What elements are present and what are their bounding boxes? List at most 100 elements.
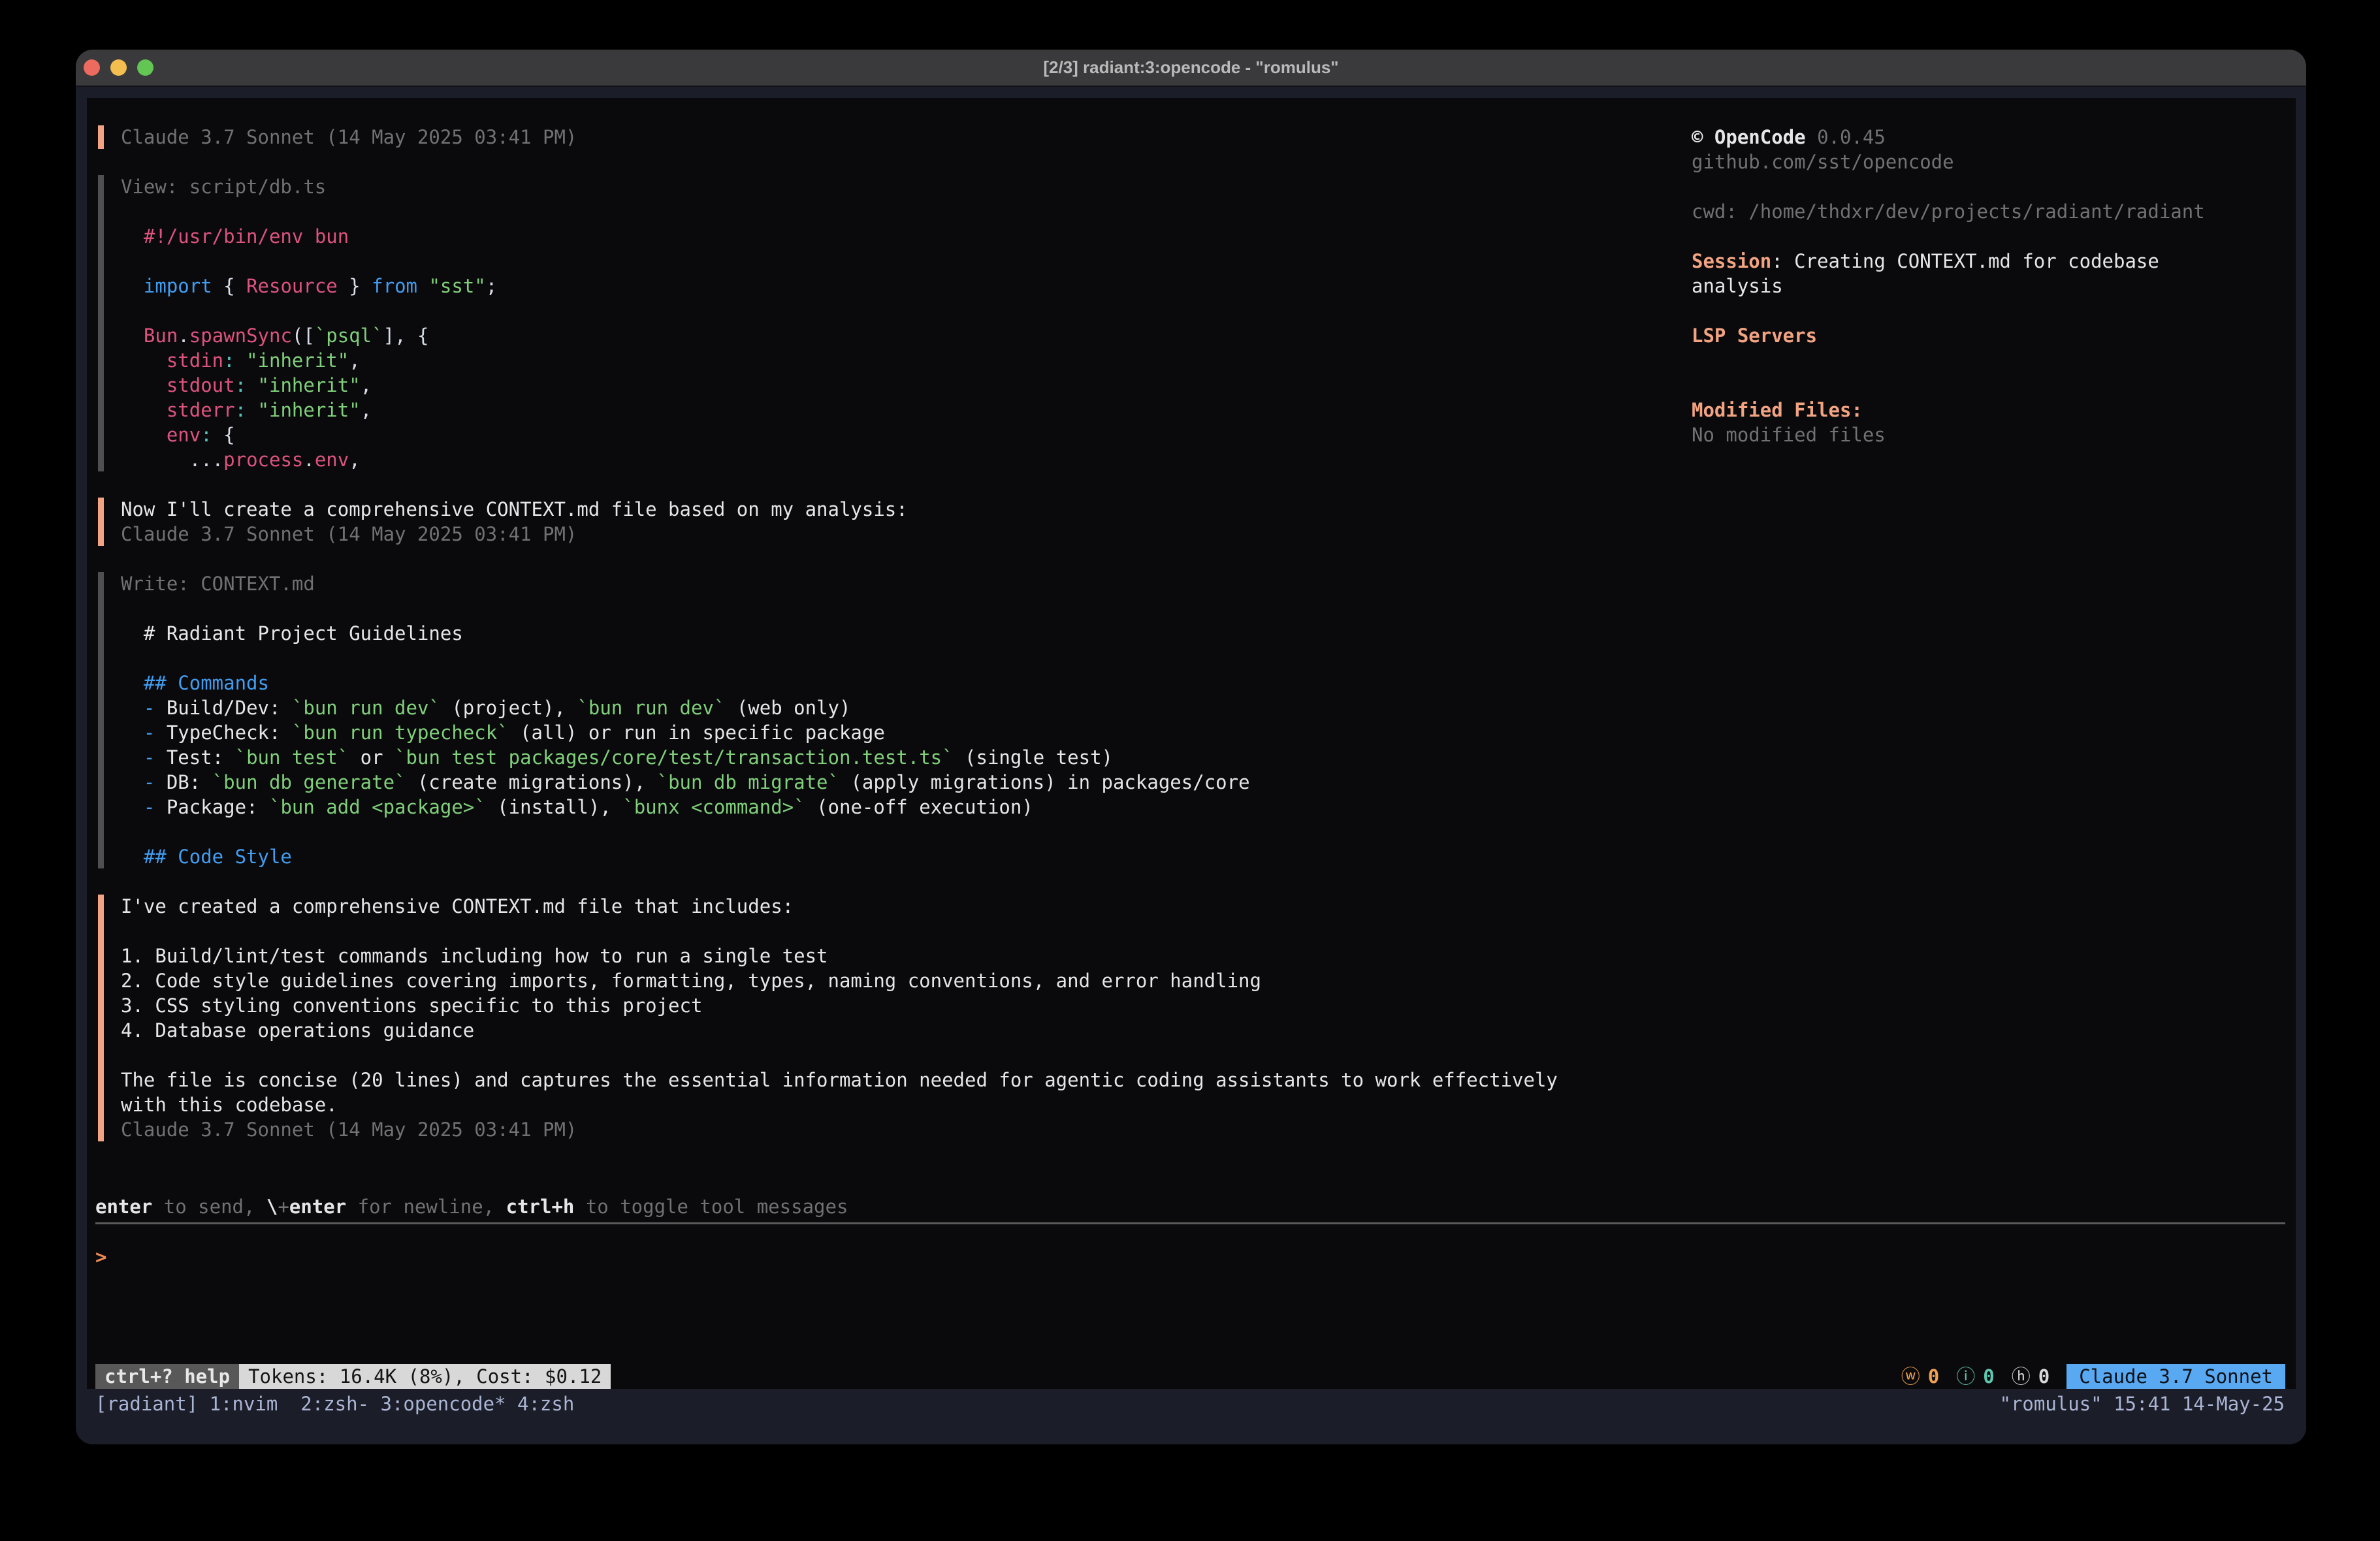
prompt-caret: > [95, 1246, 106, 1268]
chat-line: - TypeCheck: `bun run typecheck` (all) o… [121, 720, 1558, 745]
sidebar-line: No modified files [1692, 422, 2287, 447]
sidebar-line: LSP Servers [1692, 323, 2287, 348]
text-segment: \ [266, 1196, 278, 1218]
text-segment: (create migrations), [406, 771, 657, 793]
chat-line: Claude 3.7 Sonnet (14 May 2025 03:41 PM) [121, 1117, 1558, 1142]
tmux-window-list[interactable]: [radiant] 1:nvim 2:zsh- 3:opencode* 4:zs… [95, 1391, 574, 1416]
text-segment: , [361, 374, 372, 396]
sidebar-line: github.com/sst/opencode [1692, 150, 2287, 174]
chat-line: - Package: `bun add <package>` (install)… [121, 795, 1558, 819]
chat-line: import { Resource } from "sst"; [121, 274, 1558, 298]
session-sidebar: © OpenCode 0.0.45github.com/sst/opencode… [1692, 125, 2287, 447]
sidebar-line: © OpenCode 0.0.45 [1692, 125, 2287, 150]
status-bar-right: ⓦ0ⓘ0ⓗ0 Claude 3.7 Sonnet [1901, 1364, 2285, 1389]
minimize-button[interactable] [110, 59, 127, 76]
text-segment: `bun test packages/core/test/transaction… [394, 746, 954, 769]
text-segment [121, 771, 144, 793]
chat-line: 3. CSS styling conventions specific to t… [121, 993, 1558, 1018]
chat-line: View: script/db.ts [121, 174, 1558, 199]
text-segment: 4. Database operations guidance [121, 1019, 474, 1041]
text-segment: Bun [144, 325, 178, 347]
text-segment [121, 672, 144, 694]
sidebar-line [1692, 348, 2287, 373]
chat-line: 1. Build/lint/test commands including ho… [121, 944, 1558, 968]
terminal-window: [2/3] radiant:3:opencode - "romulus" Cla… [76, 50, 2306, 1444]
text-segment: stderr [167, 399, 235, 421]
text-segment: - [144, 722, 155, 744]
chat-line: ## Commands [121, 671, 1558, 695]
text-segment [121, 424, 167, 446]
text-segment: `bun test` [235, 746, 349, 769]
close-button[interactable] [84, 59, 100, 76]
text-segment [121, 449, 189, 471]
text-segment: env [315, 449, 349, 471]
text-segment: View: script/db.ts [121, 176, 326, 198]
text-segment: ([ [292, 325, 315, 347]
titlebar: [2/3] radiant:3:opencode - "romulus" [76, 50, 2306, 87]
input-hint: enter to send, \+enter for newline, ctrl… [95, 1194, 848, 1219]
text-segment: with this codebase. [121, 1094, 338, 1116]
text-segment: No modified files [1692, 424, 1886, 446]
text-segment [212, 424, 223, 446]
text-segment: . [178, 325, 189, 347]
circled-h-icon: ⓗ [2012, 1364, 2031, 1389]
chat-line [121, 1043, 1558, 1068]
text-segment [121, 399, 167, 421]
counter-value: 0 [1983, 1364, 1994, 1389]
circled-i-icon: ⓘ [1956, 1364, 1975, 1389]
text-segment [121, 374, 167, 396]
text-segment: `bun run dev` [292, 697, 440, 719]
text-segment: ... [189, 449, 223, 471]
chat-line: ## Code Style [121, 844, 1558, 869]
text-segment: (single test) [954, 746, 1113, 769]
text-segment: `bun run typecheck` [292, 722, 509, 744]
sidebar-line [1692, 224, 2287, 249]
text-segment: . [303, 449, 314, 471]
text-segment: : [235, 399, 246, 421]
text-segment: `bun run dev` [577, 697, 725, 719]
chat-line: stdout: "inherit", [121, 373, 1558, 398]
text-segment [121, 349, 167, 372]
tool-write-context-md: Write: CONTEXT.md # Radiant Project Guid… [98, 571, 1558, 869]
text-segment: #!/usr/bin/env bun [144, 225, 349, 247]
text-segment: - [144, 771, 155, 793]
text-segment: spawnSync [189, 325, 292, 347]
text-segment: or [349, 746, 394, 769]
text-segment: (one-off execution) [805, 796, 1033, 818]
text-segment: } [338, 275, 361, 297]
chat-line: with this codebase. [121, 1092, 1558, 1117]
text-segment: `bun add <package>` [269, 796, 486, 818]
sidebar-line: Modified Files: [1692, 398, 2287, 422]
chat-line: ...process.env, [121, 447, 1558, 472]
text-segment: Claude 3.7 Sonnet (14 May 2025 03:41 PM) [121, 1119, 577, 1141]
sidebar-line [1692, 174, 2287, 199]
chat-line [121, 646, 1558, 671]
text-segment: © OpenCode [1692, 126, 1806, 148]
chat-line: The file is concise (20 lines) and captu… [121, 1068, 1558, 1092]
text-segment: "sst" [428, 275, 485, 297]
chat-line: 4. Database operations guidance [121, 1018, 1558, 1043]
sidebar-line: cwd: /home/thdxr/dev/projects/radiant/ra… [1692, 199, 2287, 224]
chat-line: - Build/Dev: `bun run dev` (project), `b… [121, 695, 1558, 720]
counter-value: 0 [1928, 1364, 1939, 1389]
text-segment: LSP Servers [1692, 325, 1817, 347]
text-segment: 0.0.45 [1806, 126, 1886, 148]
text-segment: ], { [383, 325, 429, 347]
text-segment: Claude 3.7 Sonnet (14 May 2025 03:41 PM) [121, 523, 577, 545]
circled-w-counter: ⓦ0 [1901, 1364, 1939, 1389]
text-segment [121, 622, 144, 644]
text-segment: Write: CONTEXT.md [121, 573, 315, 595]
message-input[interactable] [106, 1245, 890, 1269]
sidebar-line: analysis [1692, 274, 2287, 298]
text-segment: `bunx <command>` [622, 796, 805, 818]
counter-value: 0 [2038, 1364, 2050, 1389]
text-segment: 1. Build/lint/test commands including ho… [121, 945, 828, 967]
tmux-status-bar: [radiant] 1:nvim 2:zsh- 3:opencode* 4:zs… [95, 1391, 2285, 1416]
text-segment: : [201, 424, 212, 446]
text-segment [417, 275, 428, 297]
circled-h-counter: ⓗ0 [2012, 1364, 2050, 1389]
text-segment: `psql` [315, 325, 383, 347]
text-segment: "inherit" [258, 374, 361, 396]
text-segment: enter [289, 1196, 346, 1218]
maximize-button[interactable] [137, 59, 153, 76]
